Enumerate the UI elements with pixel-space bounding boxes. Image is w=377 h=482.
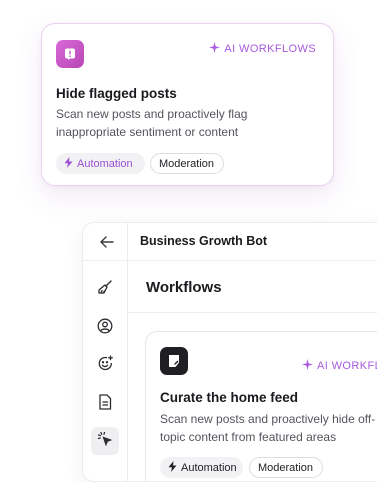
sparkle-icon — [209, 42, 221, 56]
back-arrow-icon[interactable] — [97, 232, 117, 252]
main-divider — [128, 312, 377, 313]
ai-tag-label: AI WORKFLOWS — [317, 360, 377, 372]
broom-icon — [97, 279, 113, 300]
card-title: Hide flagged posts — [56, 86, 177, 101]
card-description: Scan new posts and proactively flag inap… — [56, 107, 248, 139]
ai-tag-label: AI WORKFLOWS — [224, 43, 316, 55]
document-icon — [98, 393, 112, 415]
window-title: Business Growth Bot — [140, 234, 268, 248]
sidebar-item-clean[interactable] — [91, 275, 119, 303]
ai-workflows-tag: AI WORKFLOWS — [209, 42, 316, 56]
lightning-icon — [168, 460, 177, 475]
page-title: Workflows — [146, 279, 222, 296]
sidebar — [83, 260, 128, 481]
sidebar-item-workflows[interactable] — [91, 427, 119, 455]
flag-alert-icon — [56, 40, 84, 68]
app-window: Business Growth Bot Workflows AI WORKF C… — [82, 222, 377, 482]
moderation-chip-label: Moderation — [258, 461, 314, 474]
sidebar-item-documents[interactable] — [91, 390, 119, 418]
automation-chip[interactable]: Automation — [56, 153, 145, 174]
user-circle-icon — [97, 318, 113, 339]
moderation-chip-label: Moderation — [159, 157, 215, 170]
workflow-card-curate-home-feed[interactable]: AI WORKFLOWS Curate the home feed Scan n… — [145, 331, 377, 481]
card-description: Scan new posts and proactively hide off-… — [160, 412, 376, 444]
sidebar-item-profile[interactable] — [91, 314, 119, 342]
window-header: Business Growth Bot — [83, 223, 377, 261]
sparkle-icon — [302, 359, 313, 373]
automation-chip-label: Automation — [77, 157, 133, 170]
ai-workflows-tag: AI WORKFLOWS — [302, 359, 377, 373]
header-divider — [127, 223, 128, 260]
sidebar-item-reactions[interactable] — [91, 352, 119, 380]
edit-doc-icon — [160, 347, 188, 375]
automation-chip[interactable]: Automation — [160, 457, 243, 478]
automation-chip-label: Automation — [181, 461, 237, 474]
lightning-icon — [64, 156, 73, 171]
workflow-card-hide-flagged-posts[interactable]: AI WORKFLOWS Hide flagged posts Scan new… — [41, 23, 334, 186]
cursor-click-icon — [97, 431, 113, 452]
smiley-sparkle-icon — [97, 355, 114, 377]
moderation-chip[interactable]: Moderation — [150, 153, 224, 174]
card-title: Curate the home feed — [160, 390, 299, 405]
moderation-chip[interactable]: Moderation — [249, 457, 323, 478]
